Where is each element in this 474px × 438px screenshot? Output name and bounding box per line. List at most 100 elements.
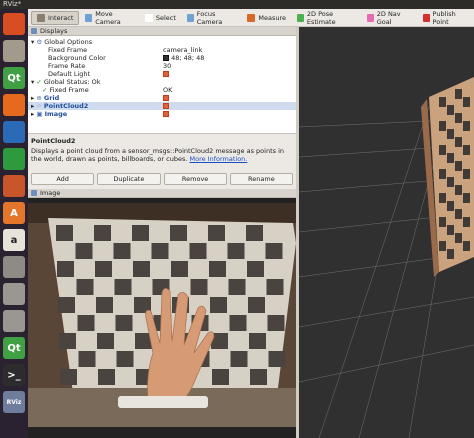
tool-publish-point[interactable]: Publish Point bbox=[418, 10, 473, 26]
2d-pose-estimate-icon bbox=[296, 13, 304, 22]
tree-row-default-light[interactable]: Default Light bbox=[48, 70, 90, 78]
status-fixed-frame-value: OK bbox=[163, 86, 173, 94]
tree-row-status-fixed-frame[interactable]: ✓ Fixed Frame bbox=[42, 86, 89, 94]
frame-rate-label: Frame Rate bbox=[48, 62, 86, 70]
tree-row-pointcloud2[interactable]: ▸ ⁘ PointCloud2 bbox=[28, 102, 296, 110]
checker-square bbox=[78, 351, 96, 367]
qt-creator-icon[interactable]: Qt bbox=[3, 67, 25, 89]
tool-2d-pose-estimate[interactable]: 2D Pose Estimate bbox=[292, 10, 361, 26]
software-center-icon[interactable]: A bbox=[3, 202, 25, 224]
checker-square bbox=[77, 315, 95, 331]
tool-measure[interactable]: Measure bbox=[242, 11, 291, 25]
checker-square bbox=[94, 225, 111, 241]
cloud-checker-square bbox=[439, 121, 446, 131]
remove-button[interactable]: Remove bbox=[163, 173, 227, 185]
checker-square bbox=[95, 261, 112, 277]
cloud-checker-square bbox=[439, 145, 446, 155]
drive2-icon[interactable] bbox=[3, 310, 25, 332]
checker-square bbox=[59, 333, 76, 349]
tool-select[interactable]: Select bbox=[140, 11, 181, 25]
displays-panel-header: Displays bbox=[28, 27, 296, 36]
firefox-icon[interactable] bbox=[3, 94, 25, 116]
measure-icon bbox=[247, 13, 256, 22]
cloud-checker-square bbox=[439, 97, 446, 107]
tree-row-global-options[interactable]: ▾ ⚙ Global Options bbox=[31, 38, 92, 46]
3d-render-view[interactable] bbox=[299, 27, 474, 438]
window-title: RViz* bbox=[3, 0, 22, 8]
2d-nav-goal-icon bbox=[366, 13, 374, 22]
checker-square bbox=[75, 243, 93, 259]
checker-square bbox=[247, 261, 264, 277]
rename-button[interactable]: Rename bbox=[229, 173, 293, 185]
cloud-checker-square bbox=[439, 169, 446, 179]
checker-square bbox=[57, 261, 74, 277]
checkbox-icon[interactable] bbox=[163, 71, 169, 77]
rviz-icon[interactable]: RViz bbox=[3, 391, 25, 413]
launcher-bar: Qt Aa Qt >_ RViz bbox=[0, 9, 28, 438]
tree-row-background-color[interactable]: Background Color bbox=[48, 54, 106, 62]
tool-interact[interactable]: Interact bbox=[31, 10, 80, 25]
pointcloud2-label: PointCloud2 bbox=[43, 102, 89, 110]
cloud-checker-square bbox=[439, 241, 446, 251]
displays-tree[interactable]: ▾ ⚙ Global Options Fixed Frame camera_li… bbox=[28, 36, 296, 134]
checkbox-icon[interactable] bbox=[163, 95, 169, 101]
tree-row-grid[interactable]: ▸ ⊕ Grid bbox=[31, 94, 59, 102]
cloud-checker-square bbox=[463, 121, 470, 131]
tool-move-camera[interactable]: Move Camera bbox=[80, 10, 138, 26]
checker-square bbox=[265, 243, 283, 259]
grid-checkbox[interactable] bbox=[163, 94, 169, 102]
amazon-icon[interactable]: a bbox=[3, 229, 25, 251]
default-light-label: Default Light bbox=[48, 70, 91, 78]
cloud-checker-square bbox=[455, 209, 462, 219]
terminal-icon[interactable]: >_ bbox=[3, 364, 25, 386]
checker-square bbox=[56, 225, 73, 241]
camera-image bbox=[28, 203, 296, 427]
global-options-label: Global Options bbox=[44, 38, 93, 46]
cloud-checker-square bbox=[463, 217, 470, 227]
checker-square bbox=[230, 351, 248, 367]
duplicate-button[interactable]: Duplicate bbox=[97, 173, 161, 185]
camera-image-view[interactable] bbox=[28, 203, 296, 427]
files-icon[interactable] bbox=[3, 40, 25, 62]
move-camera-icon bbox=[85, 13, 93, 22]
checker-square bbox=[114, 279, 132, 295]
drive-icon[interactable] bbox=[3, 283, 25, 305]
calc-icon[interactable] bbox=[3, 148, 25, 170]
check-icon: ✓ bbox=[36, 78, 42, 86]
checker-square bbox=[132, 225, 149, 241]
fixed-frame-value[interactable]: camera_link bbox=[163, 46, 202, 54]
checkbox-icon[interactable] bbox=[163, 111, 169, 117]
writer-icon[interactable] bbox=[3, 121, 25, 143]
frame-rate-value[interactable]: 30 bbox=[163, 62, 171, 70]
tree-row-fixed-frame[interactable]: Fixed Frame bbox=[48, 46, 87, 54]
tree-row-frame-rate[interactable]: Frame Rate bbox=[48, 62, 85, 70]
pointcloud2-checkbox[interactable] bbox=[163, 102, 169, 110]
more-information-link[interactable]: More Information. bbox=[189, 155, 247, 163]
impress-icon[interactable] bbox=[3, 175, 25, 197]
cloud-checker-square bbox=[463, 97, 470, 107]
image-checkbox[interactable] bbox=[163, 110, 169, 118]
cloud-checker-square bbox=[455, 233, 462, 243]
tool-label: Interact bbox=[48, 13, 74, 22]
background-color-value[interactable]: 48; 48; 48 bbox=[163, 54, 204, 62]
tool-focus-camera[interactable]: Focus Camera bbox=[182, 10, 241, 26]
default-light-checkbox[interactable] bbox=[163, 70, 169, 78]
interact-icon bbox=[37, 13, 45, 22]
qt-creator2-icon[interactable]: Qt bbox=[3, 337, 25, 359]
cloud-checker-square bbox=[455, 89, 462, 99]
tool-2d-nav-goal[interactable]: 2D Nav Goal bbox=[362, 10, 417, 26]
cloud-checker-square bbox=[455, 185, 462, 195]
checkbox-icon[interactable] bbox=[163, 103, 169, 109]
settings-icon[interactable] bbox=[3, 256, 25, 278]
checker-square bbox=[96, 297, 113, 313]
tree-row-global-status[interactable]: ▾ ✓ Global Status: Ok bbox=[31, 78, 101, 86]
checker-square bbox=[60, 369, 77, 385]
tool-label: Select bbox=[155, 13, 176, 22]
cloud-checker-square bbox=[439, 193, 446, 203]
global-status-label: Global Status: Ok bbox=[43, 78, 101, 86]
background-color-label: Background Color bbox=[48, 54, 106, 62]
checker-square bbox=[227, 243, 245, 259]
tree-row-image[interactable]: ▸ ▣ Image bbox=[31, 110, 67, 118]
ubuntu-icon[interactable] bbox=[3, 13, 25, 35]
add-button[interactable]: Add bbox=[31, 173, 95, 185]
